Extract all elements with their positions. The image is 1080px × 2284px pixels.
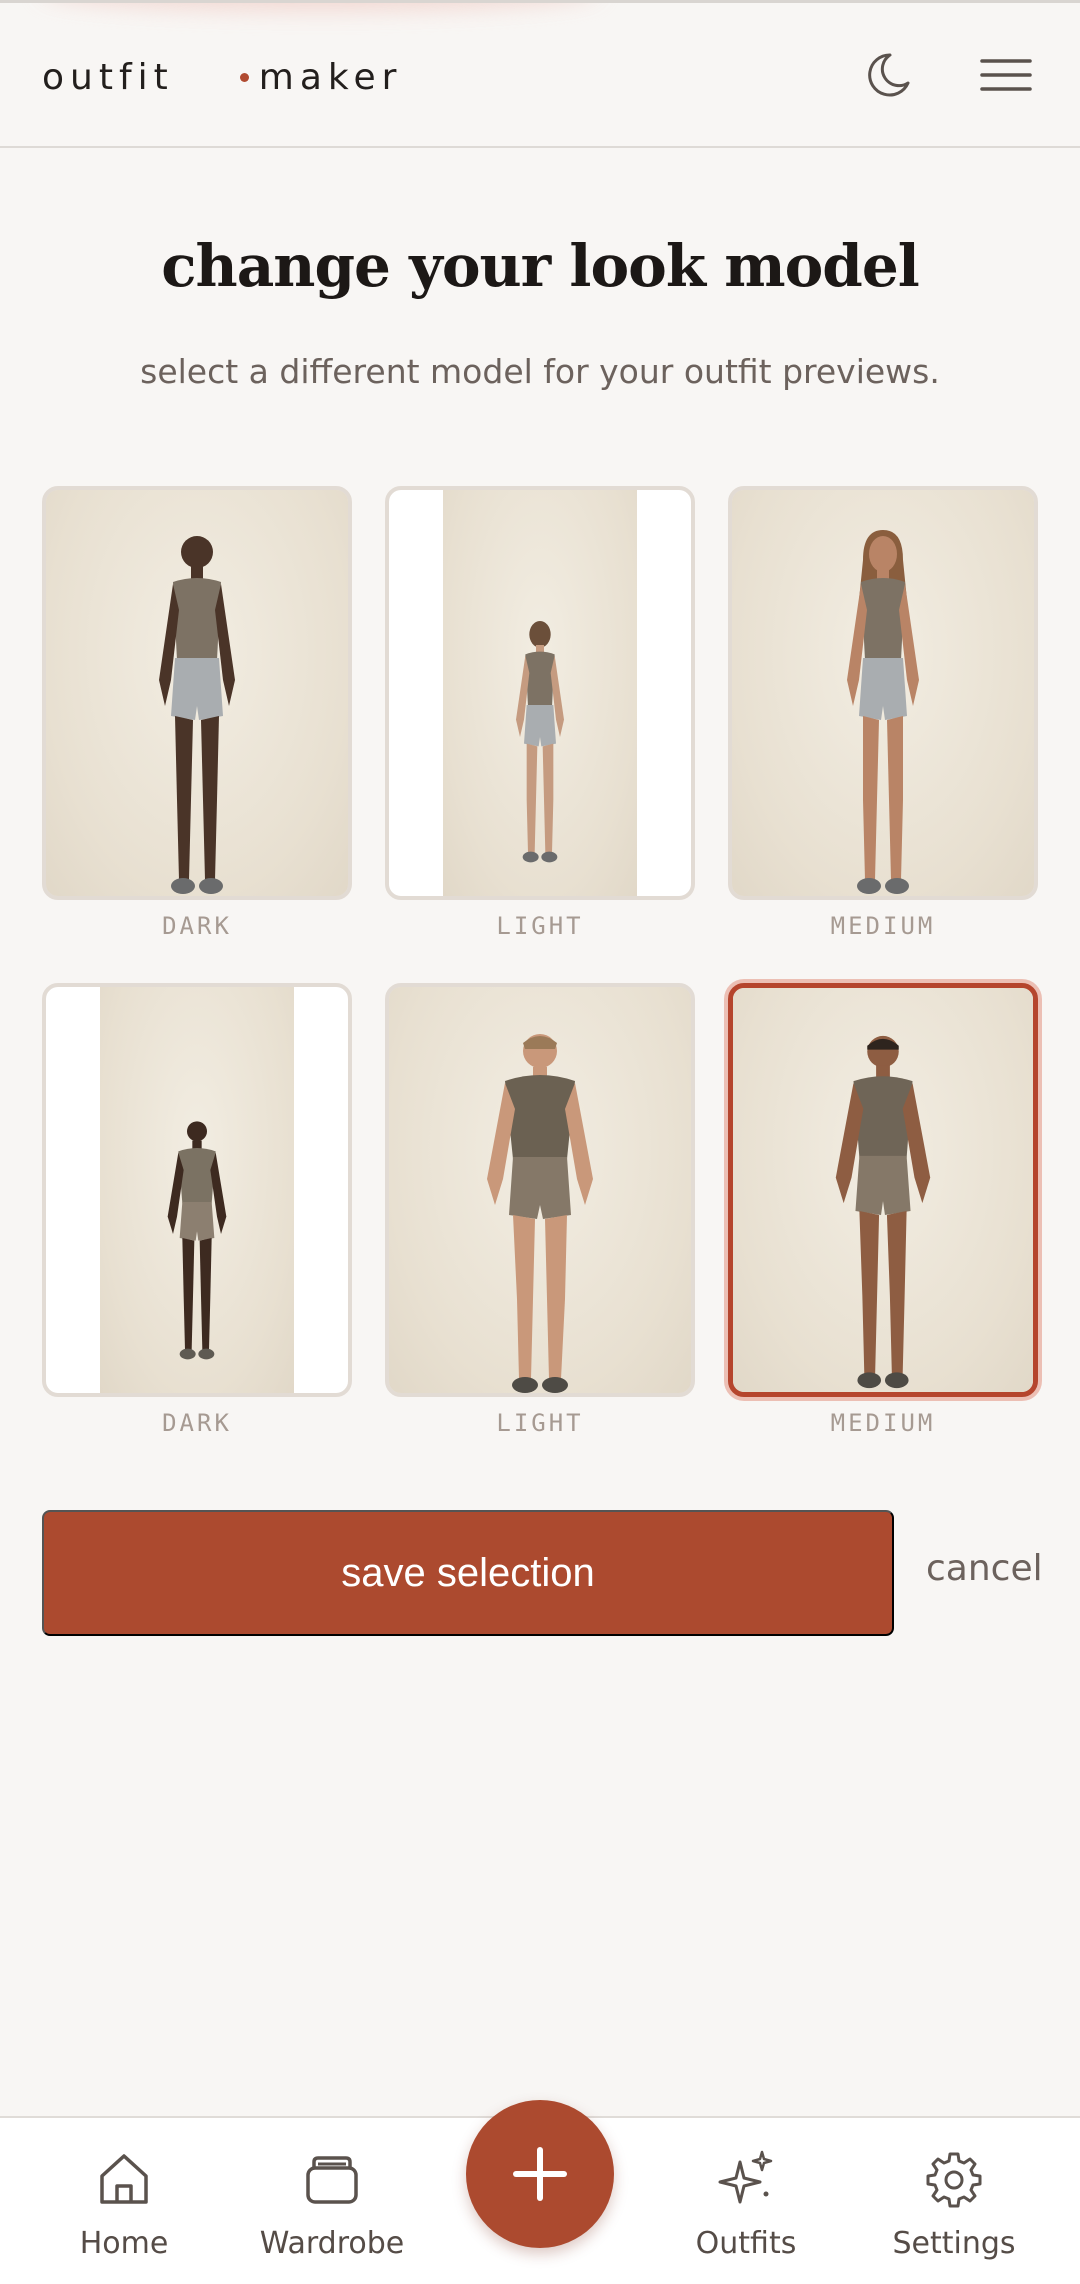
model-photo xyxy=(443,490,637,896)
model-label: DARK xyxy=(162,1409,232,1437)
model-card[interactable] xyxy=(728,983,1038,1397)
model-card[interactable] xyxy=(728,486,1038,900)
model-option[interactable]: DARK xyxy=(42,486,352,940)
nav-label: Settings xyxy=(892,2226,1016,2261)
model-photo xyxy=(46,490,348,896)
nav-item-outfits[interactable]: Outfits xyxy=(656,2148,836,2261)
save-selection-button[interactable]: save selection xyxy=(42,1510,894,1636)
model-photo xyxy=(732,490,1034,896)
add-button[interactable] xyxy=(466,2100,614,2248)
app-header: outfit maker xyxy=(0,0,1080,148)
logo-word-outfit: outfit xyxy=(42,57,174,98)
model-label: MEDIUM xyxy=(830,912,936,940)
model-option[interactable]: DARK xyxy=(42,983,352,1437)
model-card[interactable] xyxy=(42,983,352,1397)
model-label: DARK xyxy=(162,912,232,940)
nav-item-wardrobe[interactable]: Wardrobe xyxy=(242,2148,422,2261)
model-figure-icon xyxy=(835,1035,931,1389)
logo-word-maker: maker xyxy=(258,57,403,98)
model-figure-icon xyxy=(159,536,235,894)
model-option[interactable]: MEDIUM xyxy=(728,486,1038,940)
nav-item-home[interactable]: Home xyxy=(34,2148,214,2261)
gear-icon xyxy=(926,2152,982,2208)
model-figure-icon xyxy=(847,530,919,894)
moon-icon[interactable] xyxy=(860,47,916,103)
model-photo xyxy=(100,987,294,1393)
model-label: MEDIUM xyxy=(830,1409,936,1437)
model-option[interactable]: LIGHT xyxy=(385,983,695,1437)
model-figure-icon xyxy=(516,621,564,863)
nav-label: Home xyxy=(79,2226,169,2261)
wardrobe-icon xyxy=(306,2156,358,2204)
model-photo xyxy=(733,988,1033,1392)
logo-dot xyxy=(239,72,249,82)
nav-item-settings[interactable]: Settings xyxy=(864,2148,1044,2261)
nav-label: Outfits xyxy=(695,2226,797,2261)
nav-label: Wardrobe xyxy=(259,2226,405,2261)
page-title: change your look model xyxy=(161,232,920,300)
menu-icon[interactable] xyxy=(978,47,1034,103)
plus-icon xyxy=(513,2147,567,2201)
model-figure-icon xyxy=(487,1034,593,1393)
home-icon xyxy=(100,2154,148,2204)
model-card[interactable] xyxy=(385,983,695,1397)
model-figure-icon xyxy=(167,1121,227,1360)
model-label: LIGHT xyxy=(496,1409,584,1437)
model-label: LIGHT xyxy=(496,912,584,940)
app-logo[interactable]: outfit maker xyxy=(42,57,402,98)
page-subtitle: select a different model for your outfit… xyxy=(140,352,940,391)
model-card[interactable] xyxy=(42,486,352,900)
model-card[interactable] xyxy=(385,486,695,900)
model-photo xyxy=(389,987,691,1393)
sparkles-icon xyxy=(718,2150,773,2204)
cancel-link[interactable]: cancel xyxy=(926,1548,1043,1589)
model-option-selected[interactable]: MEDIUM xyxy=(728,983,1038,1437)
model-option[interactable]: LIGHT xyxy=(385,486,695,940)
